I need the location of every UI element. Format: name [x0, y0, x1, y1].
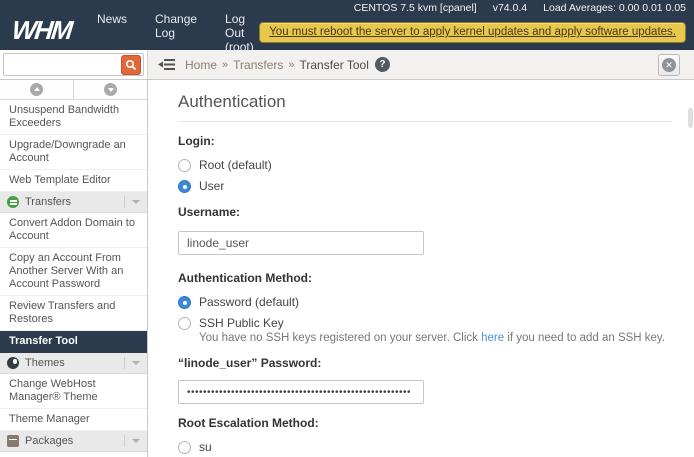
auth-password-option-label: Password (default)	[199, 295, 299, 309]
radio-unchecked-icon[interactable]	[178, 441, 191, 454]
breadcrumb-separator: »	[288, 59, 294, 71]
nav-changelog-link[interactable]: Change Log	[155, 12, 197, 54]
sidebar-item-upgrade-downgrade-account[interactable]: Upgrade/Downgrade an Account	[0, 135, 147, 170]
escalation-su-option-label: su	[199, 440, 212, 454]
sidebar-section-label: Packages	[25, 435, 73, 447]
auth-password-option[interactable]: Password (default)	[178, 295, 672, 309]
sidebar-item-transfer-tool[interactable]: Transfer Tool	[0, 331, 147, 353]
arrow-down-icon	[104, 83, 117, 96]
sidebar-item-change-whm-theme[interactable]: Change WebHost Manager® Theme	[0, 374, 147, 409]
app-header: CENTOS 7.5 kvm [cpanel] v74.0.4 Load Ave…	[0, 0, 694, 50]
add-ssh-key-link[interactable]: here	[481, 332, 504, 344]
sidebar-section-label: Transfers	[25, 196, 71, 208]
load-averages-label: Load Averages: 0.00 0.01 0.05	[543, 2, 686, 15]
sidebar-item-review-transfers-restores[interactable]: Review Transfers and Restores	[0, 296, 147, 331]
server-os-label: CENTOS 7.5 kvm [cpanel]	[354, 2, 477, 15]
scrollbar-thumb[interactable]	[688, 108, 693, 128]
chevron-down-icon[interactable]	[132, 200, 140, 204]
themes-icon	[7, 357, 19, 369]
ssh-key-note: You have no SSH keys registered on your …	[199, 332, 672, 344]
login-user-option-label: User	[199, 179, 224, 193]
sidebar-item-convert-addon-domain[interactable]: Convert Addon Domain to Account	[0, 213, 147, 248]
radio-unchecked-icon[interactable]	[178, 317, 191, 330]
root-escalation-label: Root Escalation Method:	[178, 416, 672, 430]
sidebar-item-unsuspend-bandwidth-exceeders[interactable]: Unsuspend Bandwidth Exceeders	[0, 100, 147, 135]
chevron-down-icon[interactable]	[132, 361, 140, 365]
sidebar-pager	[0, 80, 147, 100]
sidebar-nav: Unsuspend Bandwidth Exceeders Upgrade/Do…	[0, 80, 148, 457]
login-user-option[interactable]: User	[178, 179, 672, 193]
reboot-warning-banner[interactable]: You must reboot the server to apply kern…	[259, 22, 686, 43]
radio-checked-icon[interactable]	[178, 296, 191, 309]
sidebar-section-packages[interactable]: Packages	[0, 431, 147, 452]
breadcrumb-separator: »	[222, 59, 228, 71]
password-label: “linode_user” Password:	[178, 356, 672, 370]
ssh-note-text: You have no SSH keys registered on your …	[199, 332, 481, 344]
username-label: Username:	[178, 205, 672, 219]
breadcrumb-toolbar: Home » Transfers » Transfer Tool ? ✕	[0, 50, 694, 80]
username-input[interactable]	[178, 231, 424, 255]
password-input[interactable]: ••••••••••••••••••••••••••••••••••••••••…	[178, 380, 424, 404]
nav-logout-link[interactable]: Log Out (root)	[225, 12, 259, 54]
main-content: Authentication Login: Root (default) Use…	[148, 80, 694, 457]
sidebar-item-web-template-editor[interactable]: Web Template Editor	[0, 170, 147, 192]
breadcrumb: Home » Transfers » Transfer Tool	[185, 50, 369, 79]
packages-icon	[7, 435, 19, 447]
breadcrumb-transfers-link[interactable]: Transfers	[233, 58, 283, 72]
sidebar-section-transfers[interactable]: Transfers	[0, 192, 147, 213]
login-root-option[interactable]: Root (default)	[178, 158, 672, 172]
radio-unchecked-icon[interactable]	[178, 159, 191, 172]
sidebar-item-add-a-package[interactable]: Add a Package	[0, 452, 147, 457]
auth-sshkey-option[interactable]: SSH Public Key	[178, 316, 672, 330]
collapse-sidebar-icon	[158, 58, 175, 71]
auth-method-label: Authentication Method:	[178, 271, 672, 285]
radio-checked-icon[interactable]	[178, 180, 191, 193]
whm-version-label: v74.0.4	[493, 2, 527, 15]
sidebar-scroll-up-button[interactable]	[0, 80, 74, 99]
auth-sshkey-option-label: SSH Public Key	[199, 316, 284, 330]
chevron-down-icon[interactable]	[132, 439, 140, 443]
sidebar-section-label: Themes	[25, 357, 65, 369]
header-nav: News Change Log Log Out (root)	[97, 12, 259, 54]
transfers-icon	[7, 196, 19, 208]
help-icon[interactable]: ?	[375, 57, 390, 72]
login-label: Login:	[178, 134, 672, 148]
search-icon	[125, 59, 137, 71]
login-root-option-label: Root (default)	[199, 158, 272, 172]
breadcrumb-home-link[interactable]: Home	[185, 58, 217, 72]
ssh-note-text: if you need to add an SSH key.	[504, 332, 665, 344]
search-button[interactable]	[121, 55, 141, 75]
collapse-sidebar-button[interactable]	[158, 50, 175, 79]
sidebar-search	[0, 50, 148, 79]
sidebar-item-theme-manager[interactable]: Theme Manager	[0, 409, 147, 431]
sidebar-item-copy-account-from-server[interactable]: Copy an Account From Another Server With…	[0, 248, 147, 296]
breadcrumb-current-page: Transfer Tool	[300, 58, 369, 72]
sidebar-section-themes[interactable]: Themes	[0, 353, 147, 374]
nav-news-link[interactable]: News	[97, 12, 127, 54]
close-page-button[interactable]: ✕	[658, 54, 680, 76]
escalation-su-option[interactable]: su	[178, 440, 672, 454]
close-icon: ✕	[662, 58, 676, 72]
whm-logo[interactable]: WHM	[10, 15, 72, 46]
sidebar-scroll-down-button[interactable]	[74, 80, 147, 99]
arrow-up-icon	[30, 83, 43, 96]
authentication-section-title: Authentication	[178, 92, 672, 122]
